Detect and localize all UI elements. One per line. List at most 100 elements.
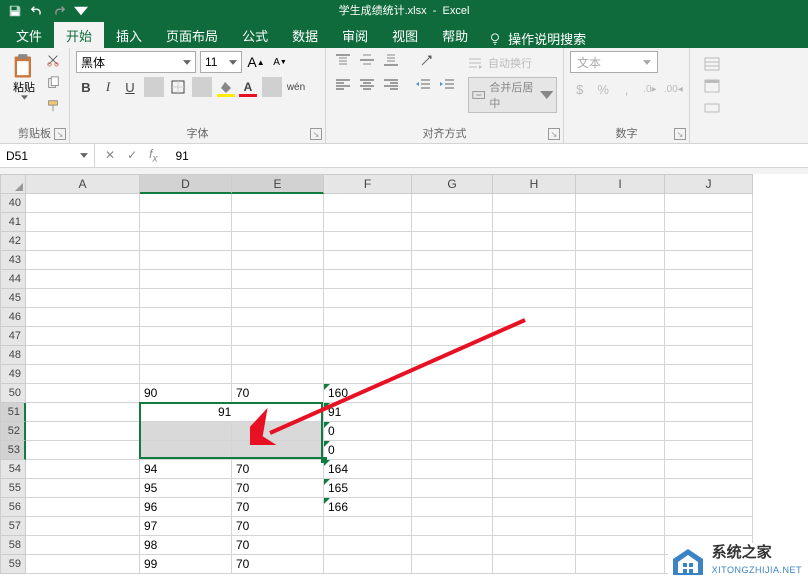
cell-I58[interactable] [576, 536, 665, 555]
paste-button[interactable]: 粘贴 [6, 51, 42, 118]
indent-inc[interactable] [436, 75, 458, 93]
row-header-51[interactable]: 51 [0, 403, 26, 422]
border-button[interactable] [168, 77, 188, 97]
cell-H48[interactable] [493, 346, 576, 365]
align-launcher[interactable]: ↘ [548, 128, 560, 140]
cell-A51[interactable] [26, 403, 140, 422]
cell-J56[interactable] [665, 498, 753, 517]
cell-A50[interactable] [26, 384, 140, 403]
cell-A45[interactable] [26, 289, 140, 308]
cell-G42[interactable] [412, 232, 493, 251]
cell-I46[interactable] [576, 308, 665, 327]
cell-A57[interactable] [26, 517, 140, 536]
cell-D48[interactable] [140, 346, 232, 365]
cell-D43[interactable] [140, 251, 232, 270]
row-header-45[interactable]: 45 [0, 289, 26, 308]
cell-I48[interactable] [576, 346, 665, 365]
cell-F50[interactable]: 160 [324, 384, 412, 403]
cell-H45[interactable] [493, 289, 576, 308]
orientation[interactable] [416, 51, 438, 69]
cell-I57[interactable] [576, 517, 665, 536]
row-header-41[interactable]: 41 [0, 213, 26, 232]
tab-formulas[interactable]: 公式 [230, 22, 280, 48]
cell-J41[interactable] [665, 213, 753, 232]
cell-A52[interactable] [26, 422, 140, 441]
cell-D58[interactable]: 98 [140, 536, 232, 555]
cell-A43[interactable] [26, 251, 140, 270]
tab-home[interactable]: 开始 [54, 22, 104, 48]
cell-J47[interactable] [665, 327, 753, 346]
fx-icon[interactable]: fx [149, 147, 157, 164]
number-launcher[interactable]: ↘ [674, 128, 686, 140]
cell-H56[interactable] [493, 498, 576, 517]
tab-file[interactable]: 文件 [4, 22, 54, 48]
cell-F51[interactable]: 91 [324, 403, 412, 422]
tab-data[interactable]: 数据 [280, 22, 330, 48]
cell-I45[interactable] [576, 289, 665, 308]
cell-styles[interactable] [704, 101, 794, 115]
cell-A49[interactable] [26, 365, 140, 384]
cell-H54[interactable] [493, 460, 576, 479]
cell-G59[interactable] [412, 555, 493, 574]
cell-F57[interactable] [324, 517, 412, 536]
cell-I41[interactable] [576, 213, 665, 232]
cut-icon[interactable] [46, 53, 60, 72]
cell-H40[interactable] [493, 194, 576, 213]
col-header-H[interactable]: H [493, 174, 576, 194]
copy-icon[interactable] [46, 76, 60, 95]
cell-J49[interactable] [665, 365, 753, 384]
col-header-F[interactable]: F [324, 174, 412, 194]
merge-center[interactable]: 合并后居中 [468, 77, 557, 113]
cell-E50[interactable]: 70 [232, 384, 324, 403]
cell-E46[interactable] [232, 308, 324, 327]
cell-I50[interactable] [576, 384, 665, 403]
row-header-48[interactable]: 48 [0, 346, 26, 365]
cell-J45[interactable] [665, 289, 753, 308]
cell-J51[interactable] [665, 403, 753, 422]
shrink-font[interactable]: A▼ [270, 51, 290, 73]
cell-F56[interactable]: 166 [324, 498, 412, 517]
cell-E59[interactable]: 70 [232, 555, 324, 574]
cell-F58[interactable] [324, 536, 412, 555]
cell-H53[interactable] [493, 441, 576, 460]
cell-F43[interactable] [324, 251, 412, 270]
cell-I59[interactable] [576, 555, 665, 574]
cell-G40[interactable] [412, 194, 493, 213]
underline-button[interactable]: U [120, 77, 140, 97]
row-header-53[interactable]: 53 [0, 441, 26, 460]
cell-I40[interactable] [576, 194, 665, 213]
col-header-D[interactable]: D [140, 174, 232, 194]
cell-A40[interactable] [26, 194, 140, 213]
row-header-55[interactable]: 55 [0, 479, 26, 498]
spreadsheet-grid[interactable]: ADEFGHIJ40414243444546474849509070160519… [0, 174, 808, 574]
cell-G51[interactable] [412, 403, 493, 422]
row-header-43[interactable]: 43 [0, 251, 26, 270]
cell-F47[interactable] [324, 327, 412, 346]
cell-H52[interactable] [493, 422, 576, 441]
format-table[interactable] [704, 79, 794, 93]
align-right[interactable] [380, 75, 402, 93]
row-header-54[interactable]: 54 [0, 460, 26, 479]
conditional-format[interactable] [704, 57, 794, 71]
cell-A44[interactable] [26, 270, 140, 289]
font-color-button[interactable]: A [238, 77, 258, 97]
cell-D49[interactable] [140, 365, 232, 384]
cell-J48[interactable] [665, 346, 753, 365]
cell-J44[interactable] [665, 270, 753, 289]
row-header-46[interactable]: 46 [0, 308, 26, 327]
align-bottom[interactable] [380, 51, 402, 69]
row-header-49[interactable]: 49 [0, 365, 26, 384]
cell-D47[interactable] [140, 327, 232, 346]
cell-H58[interactable] [493, 536, 576, 555]
cell-H50[interactable] [493, 384, 576, 403]
cell-E45[interactable] [232, 289, 324, 308]
cell-F54[interactable]: 164 [324, 460, 412, 479]
phonetic-guide[interactable]: wén [286, 77, 306, 97]
cell-G46[interactable] [412, 308, 493, 327]
cancel-edit-icon[interactable]: ✕ [105, 148, 115, 162]
cell-E41[interactable] [232, 213, 324, 232]
percent-format[interactable]: % [593, 79, 612, 99]
confirm-edit-icon[interactable]: ✓ [127, 148, 137, 162]
accounting-format[interactable]: $ [570, 79, 589, 99]
align-top[interactable] [332, 51, 354, 69]
